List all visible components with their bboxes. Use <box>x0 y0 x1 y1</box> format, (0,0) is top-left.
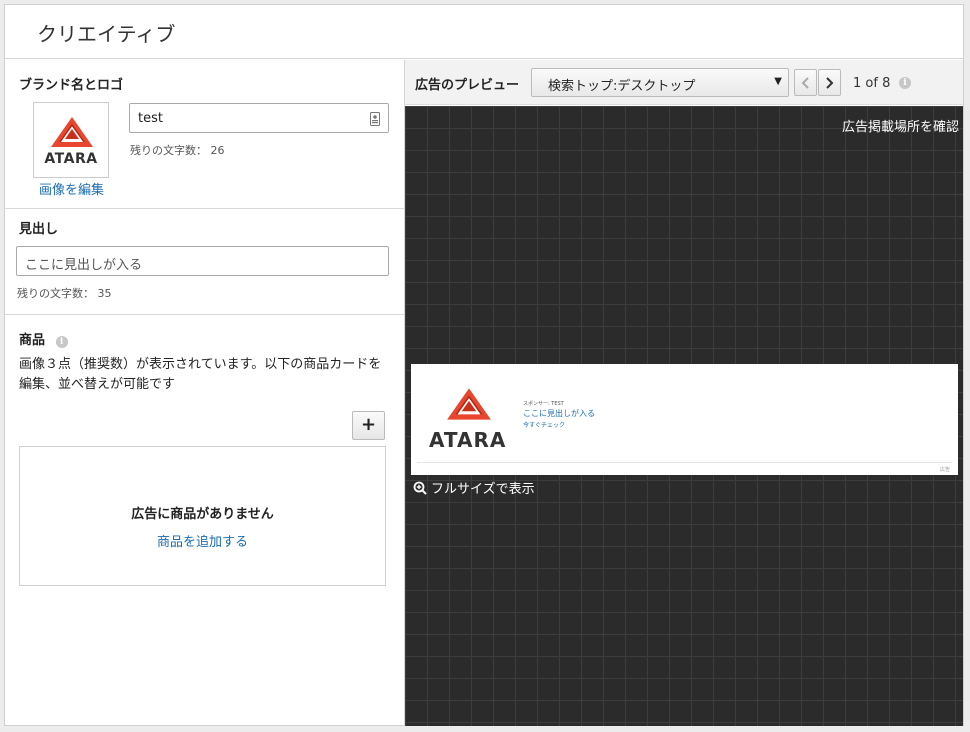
products-title-text: 商品 <box>19 333 46 348</box>
products-section-title: 商品 i <box>19 329 68 348</box>
atara-logo-icon <box>447 388 491 420</box>
edit-image-link[interactable]: 画像を編集 <box>39 179 104 198</box>
empty-products-card: 広告に商品がありません 商品を追加する <box>19 446 386 586</box>
ad-preview-card[interactable]: ATARA スポンサー: TEST ここに見出しが入る 今すぐチェック 広告 <box>411 364 958 475</box>
next-button[interactable] <box>818 69 841 96</box>
brand-name-input[interactable]: test <box>129 103 389 133</box>
ad-preview-panel: 広告のプレビュー 検索トップ:デスクトップ ▼ 1 of 8 i 広告掲載場所を… <box>405 60 963 726</box>
info-icon[interactable]: i <box>55 336 68 348</box>
ad-cta-link: 今すぐチェック <box>523 422 566 429</box>
page-header: クリエイティブ <box>5 5 963 59</box>
creative-panel: クリエイティブ ブランド名とロゴ ATARA 画像を編集 test 残りの文字数… <box>4 4 964 726</box>
add-product-link[interactable]: 商品を追加する <box>20 531 385 550</box>
page-title: クリエイティブ <box>37 22 176 46</box>
empty-products-title: 広告に商品がありません <box>131 507 274 522</box>
zoom-in-icon <box>413 481 427 495</box>
info-icon[interactable]: i <box>899 77 911 89</box>
chevron-right-icon <box>826 77 834 89</box>
placement-select-value: 検索トップ:デスクトップ <box>548 79 696 94</box>
add-product-button[interactable]: + <box>352 411 385 440</box>
divider <box>5 208 405 209</box>
preview-toolbar: 広告のプレビュー 検索トップ:デスクトップ ▼ 1 of 8 i <box>405 60 963 105</box>
chevron-down-icon: ▼ <box>774 76 782 87</box>
headline-input[interactable]: ここに見出しが入る <box>16 246 389 276</box>
confirm-placement-link[interactable]: 広告掲載場所を確認 <box>842 116 959 135</box>
atara-logo-icon <box>51 117 93 147</box>
preview-canvas: 広告掲載場所を確認 ATARA スポンサー: TEST ここに見出しが入る 今す… <box>405 106 963 726</box>
brand-name-value: test <box>138 111 163 126</box>
pager-text: 1 of 8 <box>853 76 891 91</box>
products-description: 画像３点（推奨数）が表示されています。以下の商品カードを編集、並べ替えが可能です <box>19 357 382 392</box>
divider <box>417 462 952 463</box>
previous-button[interactable] <box>794 69 817 96</box>
creative-form: ブランド名とロゴ ATARA 画像を編集 test 残りの文字数： 26 見出し… <box>5 60 405 726</box>
chevron-left-icon <box>801 77 809 89</box>
divider <box>5 314 405 315</box>
headline-section-title: 見出し <box>19 222 59 237</box>
fullsize-view-link[interactable]: フルサイズで表示 <box>413 478 535 497</box>
fullsize-view-label: フルサイズで表示 <box>431 482 535 497</box>
ad-logo-text: ATARA <box>429 428 507 452</box>
brand-remaining-count: 残りの文字数： 26 <box>130 144 225 157</box>
preview-label: 広告のプレビュー <box>415 78 520 93</box>
brand-logo-text: ATARA <box>44 151 98 167</box>
contact-card-icon <box>370 112 380 126</box>
placement-select[interactable]: 検索トップ:デスクトップ ▼ <box>531 68 789 97</box>
brand-logo[interactable]: ATARA <box>33 102 109 178</box>
brand-section-title: ブランド名とロゴ <box>19 78 124 93</box>
ad-sponsor-text: スポンサー: TEST <box>523 401 564 407</box>
headline-remaining-count: 残りの文字数： 35 <box>17 287 112 300</box>
ad-tag: 広告 <box>939 467 950 473</box>
ad-headline: ここに見出しが入る <box>523 409 595 418</box>
